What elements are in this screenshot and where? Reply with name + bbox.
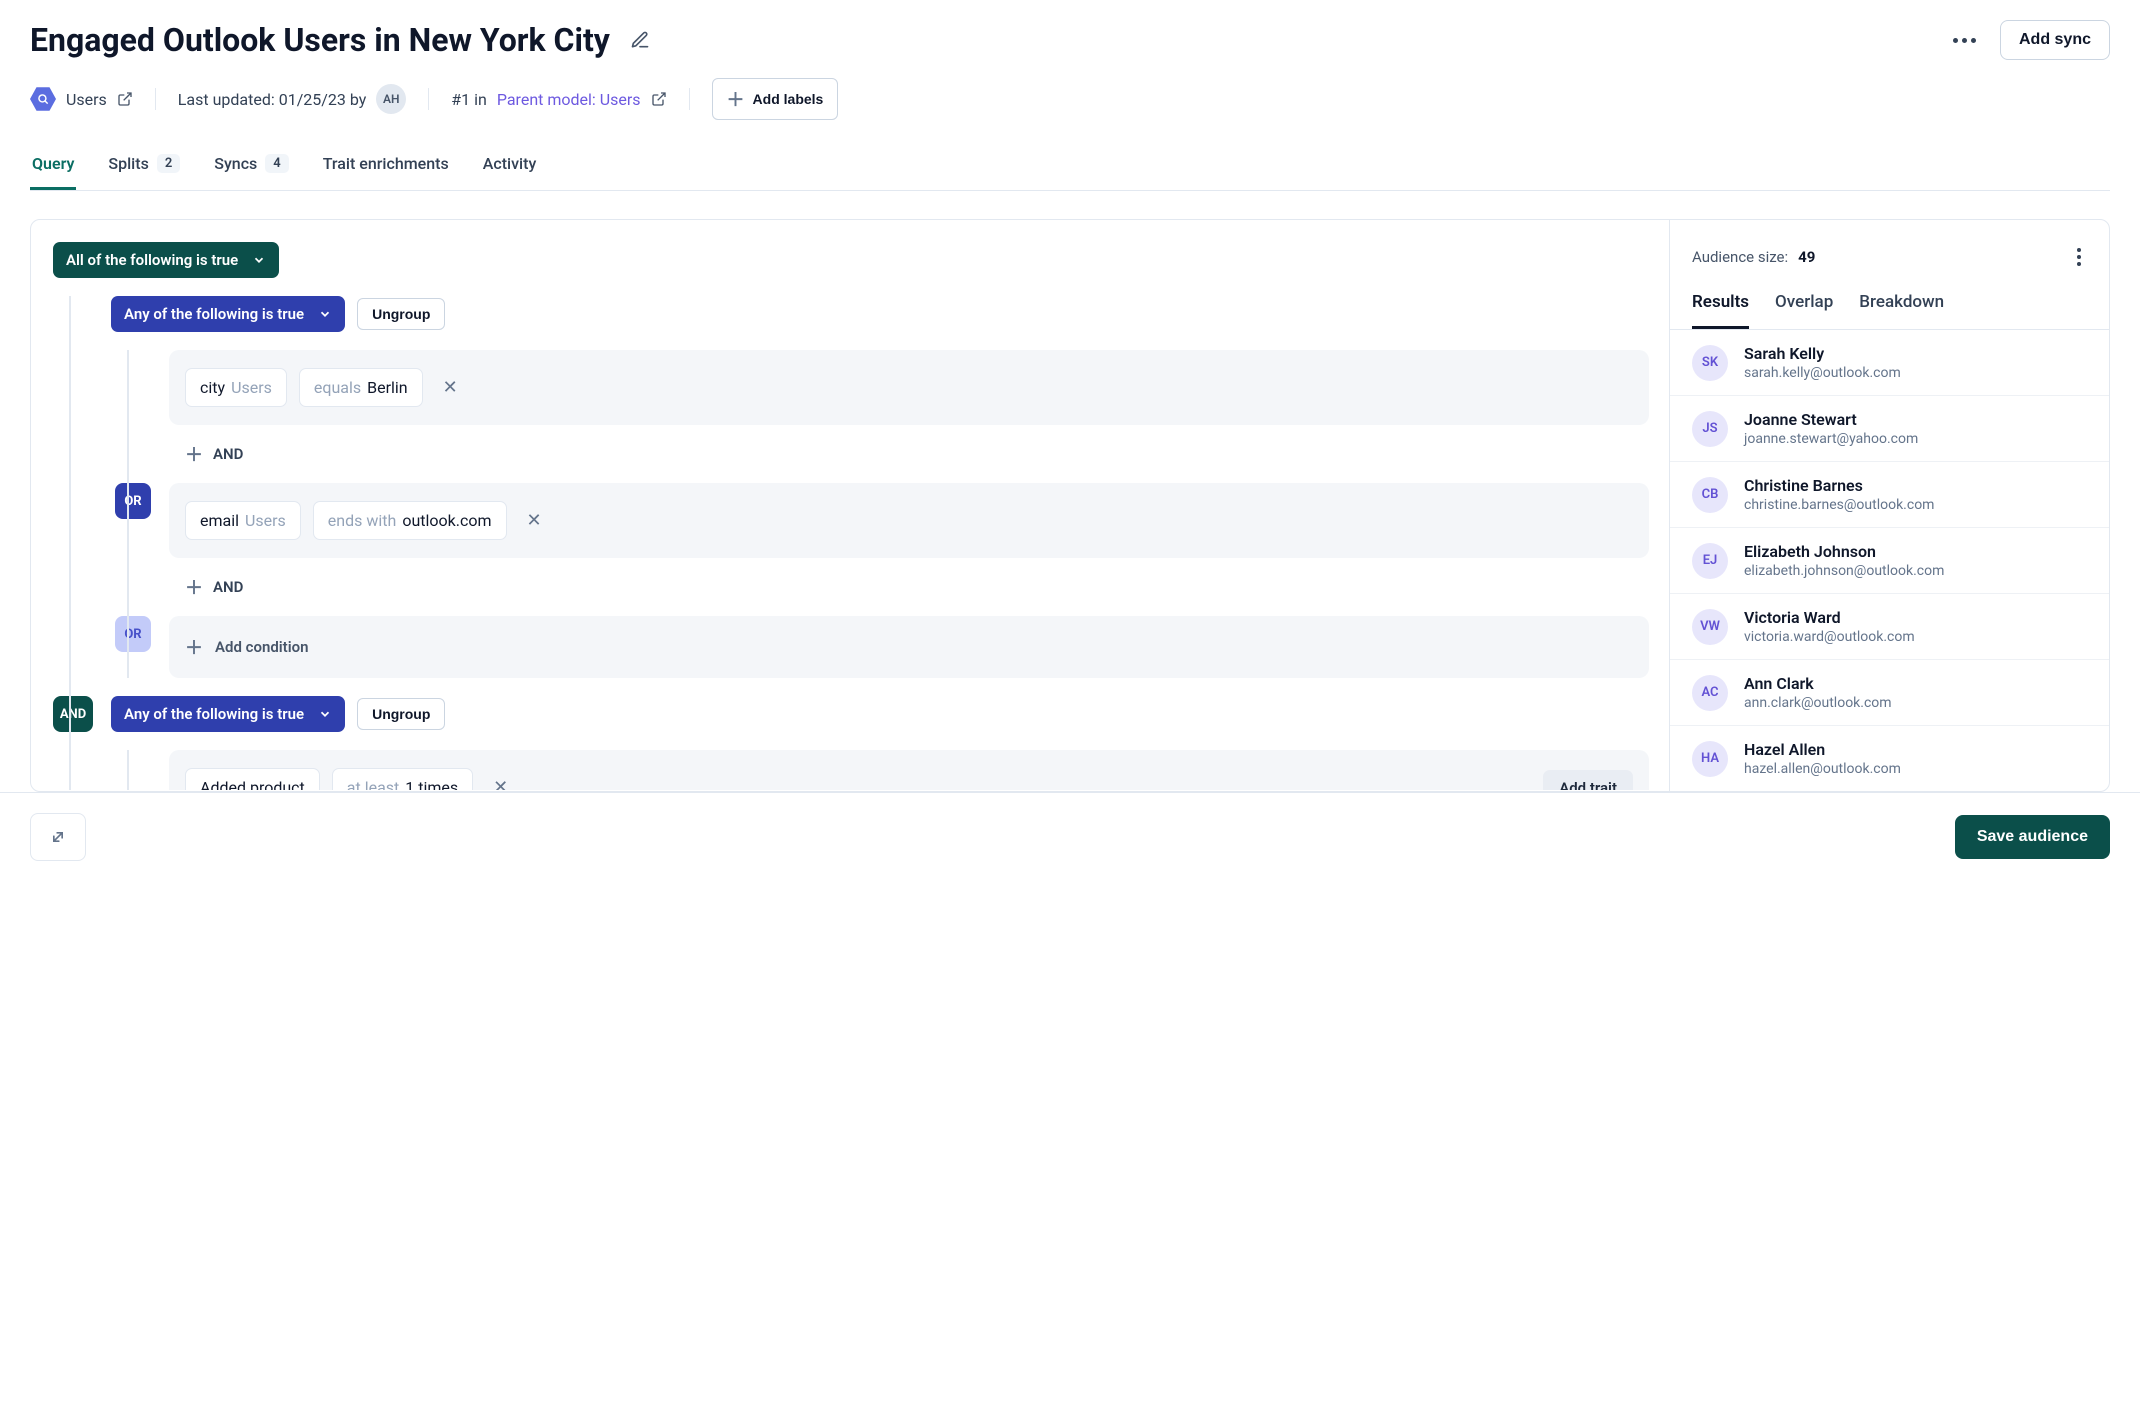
or-badge-disabled[interactable]: OR [115,616,151,652]
results-list: SK Sarah Kellysarah.kelly@outlook.com JS… [1670,330,2109,791]
remove-condition-icon[interactable]: ✕ [435,373,466,402]
query-panel: All of the following is true Any of the … [30,219,2110,792]
chevron-down-icon [318,307,332,321]
condition-row: cityUsers equalsBerlin ✕ [169,350,1649,425]
preview-tab-results[interactable]: Results [1692,292,1749,329]
audience-size: Audience size:49 [1692,248,1815,266]
add-labels-button[interactable]: ＋ Add labels [712,78,839,120]
field-chip[interactable]: cityUsers [185,368,287,407]
tab-query[interactable]: Query [30,144,76,190]
remove-condition-icon[interactable]: ✕ [485,773,516,790]
more-menu-icon[interactable] [1945,30,1984,51]
plus-icon: ＋ [185,574,203,600]
preview-panel: Audience size:49 Results Overlap Breakdo… [1669,220,2109,791]
add-and-button[interactable]: ＋AND [169,425,1649,483]
last-updated: Last updated: 01/25/23 by AH [178,84,407,114]
author-avatar[interactable]: AH [376,84,406,114]
list-item[interactable]: AC Ann Clarkann.clark@outlook.com [1670,660,2109,726]
condition-row: Added product at least1 times ✕ Add trai… [169,750,1649,790]
tab-splits[interactable]: Splits2 [106,144,182,190]
preview-tabs: Results Overlap Breakdown [1670,272,2109,330]
plus-icon: ＋ [185,441,203,467]
avatar: VW [1692,609,1728,645]
avatar: JS [1692,411,1728,447]
list-item[interactable]: HA Hazel Allenhazel.allen@outlook.com [1670,726,2109,791]
divider [428,88,429,110]
header: Engaged Outlook Users in New York City A… [30,20,2110,60]
preview-tab-breakdown[interactable]: Breakdown [1859,292,1944,329]
sub-group-selector[interactable]: Any of the following is true [111,296,345,332]
tab-activity[interactable]: Activity [481,144,539,190]
external-link-icon[interactable] [117,91,133,107]
field-chip[interactable]: emailUsers [185,501,301,540]
avatar: CB [1692,477,1728,513]
condition-row: emailUsers ends withoutlook.com ✕ [169,483,1649,558]
main-tabs: Query Splits2 Syncs4 Trait enrichments A… [30,144,2110,191]
avatar: SK [1692,345,1728,381]
add-and-button[interactable]: ＋AND [169,558,1649,616]
model-chip[interactable]: Users [30,86,133,112]
remove-condition-icon[interactable]: ✕ [519,506,550,535]
parent-model-link[interactable]: #1 in Parent model: Users [451,90,666,109]
chevron-down-icon [318,707,332,721]
sub-group-selector[interactable]: Any of the following is true [111,696,345,732]
add-sync-button[interactable]: Add sync [2000,20,2110,60]
divider [155,88,156,110]
root-group-selector[interactable]: All of the following is true [53,242,279,278]
ungroup-button[interactable]: Ungroup [357,698,445,730]
query-builder: All of the following is true Any of the … [31,220,1669,790]
model-hexagon-icon [30,86,56,112]
operator-chip[interactable]: ends withoutlook.com [313,501,507,540]
event-chip[interactable]: Added product [185,768,320,790]
plus-icon: ＋ [185,634,203,660]
tab-trait-enrichments[interactable]: Trait enrichments [321,144,451,190]
plus-icon: ＋ [727,86,745,112]
divider [689,88,690,110]
avatar: EJ [1692,543,1728,579]
preview-menu-icon[interactable] [2071,242,2087,272]
external-link-icon [651,91,667,107]
page-title: Engaged Outlook Users in New York City [30,21,610,59]
and-badge[interactable]: AND [53,696,93,732]
avatar: AC [1692,675,1728,711]
save-audience-button[interactable]: Save audience [1955,815,2110,859]
expand-icon[interactable] [30,813,86,861]
edit-title-icon[interactable] [624,24,656,56]
or-badge[interactable]: OR [115,483,151,519]
add-condition-row[interactable]: ＋Add condition [169,616,1649,678]
footer: Save audience [0,792,2140,881]
meta-row: Users Last updated: 01/25/23 by AH #1 in… [30,78,2110,120]
list-item[interactable]: EJ Elizabeth Johnsonelizabeth.johnson@ou… [1670,528,2109,594]
tab-syncs[interactable]: Syncs4 [212,144,290,190]
preview-tab-overlap[interactable]: Overlap [1775,292,1833,329]
ungroup-button[interactable]: Ungroup [357,298,445,330]
avatar: HA [1692,741,1728,777]
list-item[interactable]: JS Joanne Stewartjoanne.stewart@yahoo.co… [1670,396,2109,462]
list-item[interactable]: SK Sarah Kellysarah.kelly@outlook.com [1670,330,2109,396]
chevron-down-icon [252,253,266,267]
operator-chip[interactable]: at least1 times [332,768,473,790]
list-item[interactable]: VW Victoria Wardvictoria.ward@outlook.co… [1670,594,2109,660]
list-item[interactable]: CB Christine Barneschristine.barnes@outl… [1670,462,2109,528]
operator-chip[interactable]: equalsBerlin [299,368,423,407]
model-label: Users [66,90,107,109]
add-trait-button[interactable]: Add trait [1543,770,1633,791]
